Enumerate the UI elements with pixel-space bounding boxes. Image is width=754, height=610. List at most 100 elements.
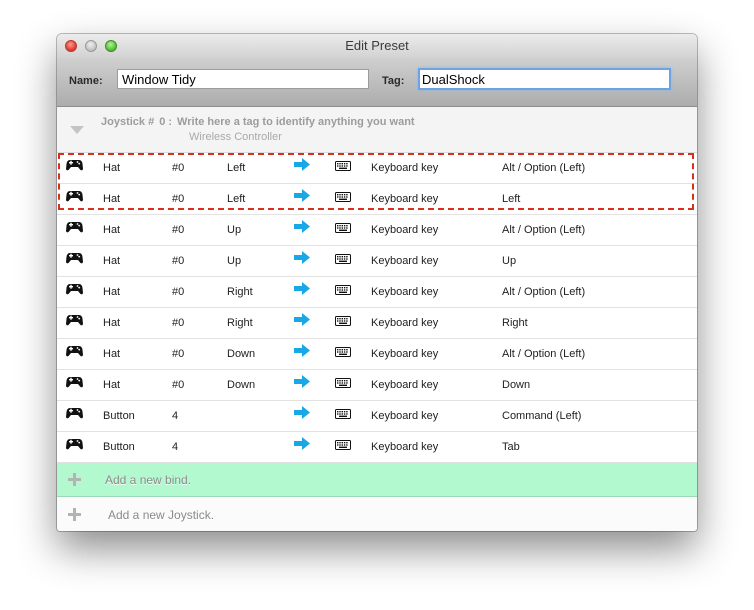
input-type: Hat xyxy=(103,317,121,329)
plus-icon[interactable] xyxy=(68,473,81,486)
bind-row[interactable]: Hat #0 Right Keyboard key Right xyxy=(57,308,697,339)
right-arrow-icon xyxy=(294,184,310,214)
bind-row[interactable]: Hat #0 Up Keyboard key Up xyxy=(57,246,697,277)
output-key: Alt / Option (Left) xyxy=(502,162,586,174)
add-joystick-label[interactable]: Add a new Joystick. xyxy=(108,508,214,522)
preset-toolbar: Name: Tag: xyxy=(57,58,697,107)
tag-label: Tag: xyxy=(382,75,405,87)
input-number: #0 xyxy=(172,193,185,205)
right-arrow-icon xyxy=(294,246,310,276)
output-key: Alt / Option (Left) xyxy=(502,224,586,236)
right-arrow-icon xyxy=(294,401,310,431)
gamepad-icon xyxy=(66,339,83,369)
input-type: Button xyxy=(103,410,135,422)
input-number: #0 xyxy=(172,162,185,174)
add-bind-row[interactable]: Add a new bind. xyxy=(57,463,697,497)
input-number: #0 xyxy=(172,224,185,236)
right-arrow-icon xyxy=(294,308,310,338)
name-field[interactable] xyxy=(117,69,369,89)
input-number: 4 xyxy=(172,410,179,422)
bind-row[interactable]: Hat #0 Left Keyboard key Alt / Option (Left) xyxy=(57,153,697,184)
bind-row[interactable]: Button 4 Keyboard key Command (Left) xyxy=(57,401,697,432)
bind-row[interactable]: Hat #0 Down Keyboard key Alt / Option (Left) xyxy=(57,339,697,370)
keyboard-icon xyxy=(335,277,351,307)
zoom-window-button[interactable] xyxy=(105,40,117,52)
input-type: Hat xyxy=(103,379,121,391)
output-action: Keyboard key xyxy=(371,317,439,329)
joystick-device-name: Wireless Controller xyxy=(189,131,282,143)
tag-field[interactable] xyxy=(418,68,671,90)
close-window-button[interactable] xyxy=(65,40,77,52)
keyboard-icon xyxy=(335,401,351,431)
bind-row[interactable]: Hat #0 Left Keyboard key Left xyxy=(57,184,697,215)
output-key: Down xyxy=(502,379,531,391)
joystick-header[interactable]: Joystick # 0 : Write here a tag to identif… xyxy=(57,107,697,153)
input-type: Hat xyxy=(103,348,121,360)
joystick-tag-hint[interactable]: Write here a tag to identify anything yo… xyxy=(177,116,415,128)
add-joystick-row[interactable]: Add a new Joystick. xyxy=(57,497,697,531)
right-arrow-icon xyxy=(294,432,310,462)
input-number: #0 xyxy=(172,379,185,391)
gamepad-icon xyxy=(66,215,83,245)
input-type: Button xyxy=(103,441,135,453)
output-action: Keyboard key xyxy=(371,441,439,453)
keyboard-icon xyxy=(335,370,351,400)
output-key: Alt / Option (Left) xyxy=(502,348,586,360)
name-label: Name: xyxy=(69,75,103,87)
output-action: Keyboard key xyxy=(371,224,439,236)
keyboard-icon xyxy=(335,246,351,276)
input-number: #0 xyxy=(172,286,185,298)
bind-row[interactable]: Hat #0 Right Keyboard key Alt / Option (Left… xyxy=(57,277,697,308)
input-number: #0 xyxy=(172,317,185,329)
joystick-label: Joystick # xyxy=(101,116,155,128)
add-bind-label[interactable]: Add a new bind. xyxy=(105,473,191,487)
gamepad-icon xyxy=(66,401,83,431)
input-direction: Right xyxy=(227,317,253,329)
gamepad-icon xyxy=(66,184,83,214)
input-type: Hat xyxy=(103,193,121,205)
plus-icon[interactable] xyxy=(68,508,81,521)
window-title: Edit Preset xyxy=(345,38,409,53)
output-action: Keyboard key xyxy=(371,286,439,298)
minimize-window-button[interactable] xyxy=(85,40,97,52)
joystick-index: 0 : xyxy=(159,116,173,128)
input-direction: Up xyxy=(227,224,242,236)
keyboard-icon xyxy=(335,153,351,183)
output-action: Keyboard key xyxy=(371,255,439,267)
right-arrow-icon xyxy=(294,339,310,369)
joystick-title-line: Joystick # 0 : Write here a tag to identif… xyxy=(101,116,420,128)
input-number: 4 xyxy=(172,441,179,453)
bind-row[interactable]: Button 4 Keyboard key Tab xyxy=(57,432,697,463)
edit-preset-window: Edit Preset Name: Tag: Joystick # 0 : Writ… xyxy=(57,34,697,531)
gamepad-icon xyxy=(66,432,83,462)
gamepad-icon xyxy=(66,308,83,338)
keyboard-icon xyxy=(335,215,351,245)
input-type: Hat xyxy=(103,286,121,298)
bind-list: Hat #0 Left Keyboard key Alt / Option (Left)… xyxy=(57,153,697,463)
bind-row[interactable]: Hat #0 Up Keyboard key Alt / Option (Left) xyxy=(57,215,697,246)
keyboard-icon xyxy=(335,308,351,338)
input-direction: Left xyxy=(227,193,246,205)
gamepad-icon xyxy=(66,153,83,183)
input-direction: Down xyxy=(227,348,256,360)
output-key: Alt / Option (Left) xyxy=(502,286,586,298)
output-key: Up xyxy=(502,255,517,267)
keyboard-icon xyxy=(335,184,351,214)
title-bar[interactable]: Edit Preset xyxy=(57,34,697,58)
right-arrow-icon xyxy=(294,153,310,183)
disclosure-triangle-icon[interactable] xyxy=(70,126,84,134)
input-type: Hat xyxy=(103,224,121,236)
input-direction: Left xyxy=(227,162,246,174)
gamepad-icon xyxy=(66,370,83,400)
output-key: Right xyxy=(502,317,528,329)
output-action: Keyboard key xyxy=(371,379,439,391)
output-action: Keyboard key xyxy=(371,193,439,205)
gamepad-icon xyxy=(66,277,83,307)
input-number: #0 xyxy=(172,348,185,360)
keyboard-icon xyxy=(335,339,351,369)
output-action: Keyboard key xyxy=(371,410,439,422)
input-direction: Up xyxy=(227,255,242,267)
right-arrow-icon xyxy=(294,277,310,307)
output-action: Keyboard key xyxy=(371,162,439,174)
bind-row[interactable]: Hat #0 Down Keyboard key Down xyxy=(57,370,697,401)
